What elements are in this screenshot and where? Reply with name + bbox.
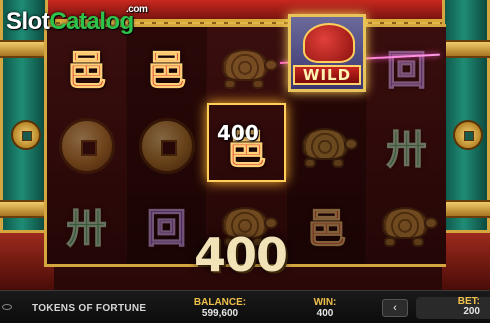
wild-label: WILD — [293, 65, 361, 85]
logo-com: .com — [126, 4, 148, 15]
gold-turtle-symbol — [207, 27, 286, 106]
green-hanzi-icon: 卅 — [386, 125, 427, 173]
right-pillar — [442, 0, 490, 290]
balance-value: 599,600 — [201, 308, 239, 319]
left-pillar — [0, 0, 54, 290]
red-hanzi-icon: 邑 — [66, 46, 107, 94]
total-win-amount: 400 — [194, 228, 288, 282]
pillar-band — [442, 40, 490, 58]
turtle-icon — [376, 203, 438, 247]
green-hanzi-icon: 卅 — [66, 204, 107, 252]
reel-1: 邑 卅 — [47, 27, 126, 264]
coin-icon — [58, 117, 115, 174]
pillar-coin-icon — [453, 120, 483, 150]
red-coin-hanzi-symbol: 邑 — [47, 27, 126, 106]
wild-symbol: WILD — [288, 14, 366, 92]
green-hanzi-symbol: 卅 — [367, 106, 446, 185]
red-coin-hanzi-symbol: 邑 — [287, 185, 366, 264]
pillar-base — [442, 230, 490, 290]
red-hanzi-icon: 邑 — [306, 204, 347, 252]
status-bar: TOKENS OF FORTUNE BALANCE: 599,600 WIN: … — [0, 290, 490, 323]
gold-turtle-symbol — [367, 185, 446, 264]
bet-decrease-button[interactable]: ‹ — [382, 299, 408, 317]
pillar-band — [442, 200, 490, 218]
balance-label: BALANCE: — [193, 297, 247, 308]
win-label: WIN: — [313, 297, 337, 308]
red-hanzi-icon: 邑 — [146, 46, 187, 94]
red-coin-hanzi-symbol: 邑 — [127, 27, 206, 106]
coin-icon — [138, 117, 195, 174]
balance-display: BALANCE: 599,600 — [188, 297, 252, 319]
slotcatalog-logo: SlotCatalog .com — [6, 4, 148, 36]
logo-slot: Slot — [6, 8, 50, 35]
pillar-coin-icon — [11, 120, 41, 150]
purple-hanzi-icon: 回 — [386, 46, 427, 94]
win-display: WIN: 400 — [300, 297, 350, 319]
turtle-icon — [216, 45, 278, 89]
green-hanzi-symbol: 卅 — [47, 185, 126, 264]
line-win-amount: 400 — [217, 121, 259, 145]
win-value: 400 — [316, 308, 334, 319]
purple-hanzi-symbol: 回 — [367, 27, 446, 106]
purple-hanzi-icon: 回 — [146, 204, 187, 252]
bet-display[interactable]: BET: 200 — [416, 297, 490, 319]
logo-catalog: Catalog — [49, 8, 134, 35]
reel-5: 回 卅 — [367, 27, 446, 264]
bronze-coin-symbol — [47, 106, 126, 185]
eye-icon[interactable] — [2, 304, 12, 310]
game-scene: 邑 卅 邑 回 邑 邑 回 卅 WILD 400 400 SlotCatalog… — [0, 0, 490, 290]
dragon-icon — [303, 23, 355, 63]
bet-value: 200 — [463, 306, 480, 317]
gold-turtle-symbol — [287, 106, 366, 185]
bronze-coin-symbol — [127, 106, 206, 185]
turtle-icon — [296, 124, 358, 168]
game-title: TOKENS OF FORTUNE — [32, 303, 147, 314]
